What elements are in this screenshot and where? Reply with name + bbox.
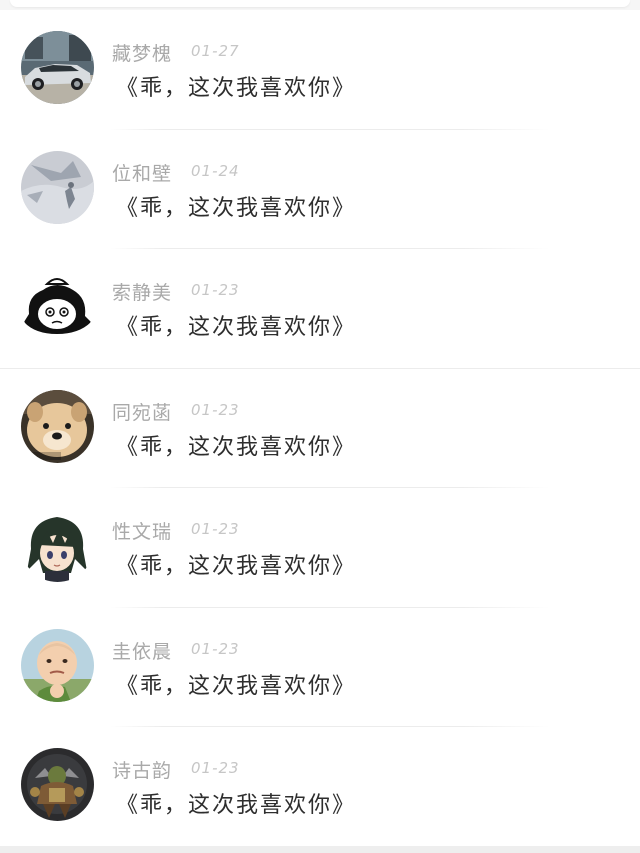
comment-author[interactable]: 位和壁 — [112, 159, 172, 186]
warrior-avatar-icon[interactable] — [21, 748, 94, 821]
anime-character-avatar-icon[interactable] — [21, 509, 94, 582]
comment-date: 01-27 — [191, 42, 240, 60]
comment-author[interactable]: 藏梦槐 — [112, 39, 172, 66]
cartoon-face-avatar-icon[interactable] — [21, 270, 94, 343]
comment-author[interactable]: 同宛菡 — [112, 398, 172, 425]
comment-date: 01-23 — [191, 520, 240, 538]
car-avatar-icon[interactable] — [21, 31, 94, 104]
sky-figure-avatar-icon[interactable] — [21, 150, 94, 224]
comment-date: 01-23 — [191, 759, 240, 777]
comment-author[interactable]: 索静美 — [112, 278, 172, 305]
list-bottom-edge — [0, 846, 640, 853]
comment-list: 藏梦槐 01-27 《乖，这次我喜欢你》 位和壁 01-24 《乖，这次我喜欢你… — [0, 10, 640, 847]
comment-item[interactable]: 位和壁 01-24 《乖，这次我喜欢你》 — [0, 130, 640, 249]
comment-date: 01-23 — [191, 400, 240, 419]
puppy-avatar-icon[interactable] — [21, 389, 94, 463]
comment-text: 《乖，这次我喜欢你》 — [116, 673, 357, 699]
comment-author[interactable]: 诗古韵 — [112, 756, 172, 783]
comment-item[interactable]: 同宛菡 01-23 《乖，这次我喜欢你》 — [0, 369, 640, 488]
comment-item[interactable]: 诗古韵 01-23 《乖，这次我喜欢你》 — [0, 727, 640, 847]
comment-date: 01-23 — [191, 281, 240, 299]
comment-text: 《乖，这次我喜欢你》 — [116, 793, 357, 818]
comment-text: 《乖，这次我喜欢你》 — [116, 76, 357, 101]
previous-card-edge — [0, 0, 640, 10]
previous-card-bottom — [10, 0, 630, 7]
baby-avatar-icon[interactable] — [21, 628, 94, 702]
comment-author[interactable]: 圭依晨 — [112, 637, 172, 664]
comment-text: 《乖，这次我喜欢你》 — [116, 195, 357, 221]
comment-item[interactable]: 藏梦槐 01-27 《乖，这次我喜欢你》 — [0, 10, 640, 130]
comment-text: 《乖，这次我喜欢你》 — [116, 315, 357, 340]
comment-item[interactable]: 索静美 01-23 《乖，这次我喜欢你》 — [0, 249, 640, 369]
comment-item[interactable]: 性文瑞 01-23 《乖，这次我喜欢你》 — [0, 488, 640, 608]
comment-item[interactable]: 圭依晨 01-23 《乖，这次我喜欢你》 — [0, 608, 640, 727]
comment-date: 01-23 — [191, 639, 240, 658]
comment-author[interactable]: 性文瑞 — [112, 517, 172, 544]
comment-text: 《乖，这次我喜欢你》 — [116, 554, 357, 579]
comment-text: 《乖，这次我喜欢你》 — [116, 434, 357, 460]
comment-date: 01-24 — [191, 161, 240, 180]
